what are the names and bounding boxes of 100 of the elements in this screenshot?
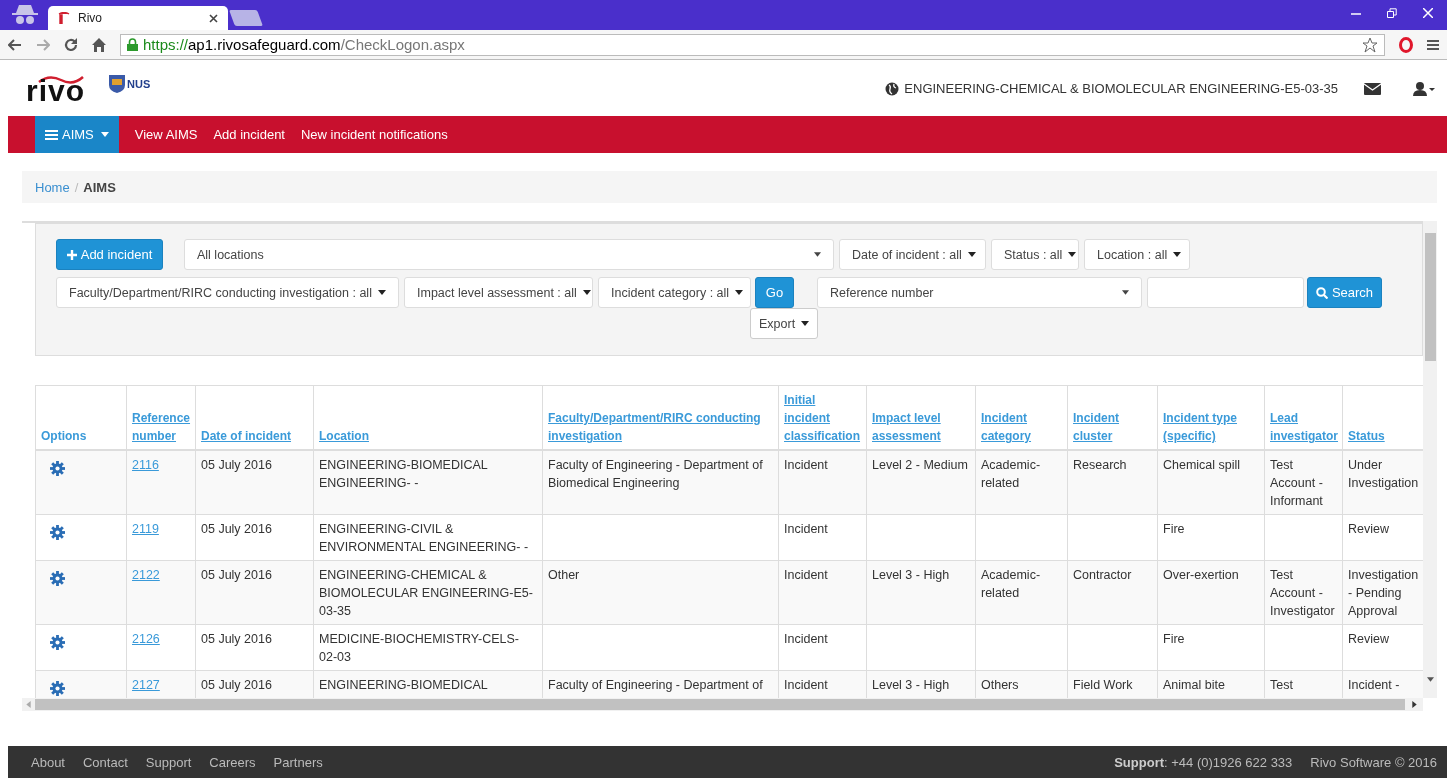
menu-icon[interactable] bbox=[1427, 38, 1439, 51]
gear-icon[interactable] bbox=[50, 571, 65, 586]
footer-link[interactable]: Support bbox=[145, 754, 192, 770]
scroll-down-icon[interactable] bbox=[1426, 677, 1434, 682]
reference-link[interactable]: 2127 bbox=[132, 678, 160, 692]
table-cell: Fire bbox=[1163, 632, 1185, 646]
table-cell: Academic-related bbox=[981, 458, 1041, 490]
table-cell: Faculty of Engineering - Department of bbox=[548, 678, 763, 692]
location-select[interactable]: All locations bbox=[184, 239, 834, 270]
gear-icon[interactable] bbox=[50, 635, 65, 650]
table-cell: Level 2 - Medium bbox=[872, 458, 968, 472]
horizontal-scrollbar[interactable] bbox=[22, 698, 1423, 711]
scrollbar-thumb[interactable] bbox=[1424, 233, 1436, 361]
back-icon[interactable] bbox=[8, 38, 22, 51]
new-tab-button[interactable] bbox=[229, 10, 263, 26]
reference-link[interactable]: 2122 bbox=[132, 568, 160, 582]
address-bar[interactable]: https://ap1.rivosafeguard.com/CheckLogon.aspx bbox=[120, 33, 1385, 56]
partner-logo: NUS bbox=[127, 77, 151, 90]
close-window-icon[interactable] bbox=[1423, 8, 1433, 18]
breadcrumb-link[interactable]: Home bbox=[35, 179, 70, 195]
reference-link[interactable]: 2119 bbox=[132, 522, 159, 536]
reload-icon[interactable] bbox=[64, 37, 78, 52]
gear-icon[interactable] bbox=[50, 461, 65, 476]
opera-icon[interactable] bbox=[1399, 36, 1413, 53]
plus-icon bbox=[66, 249, 77, 260]
nav-link[interactable]: New incident notifications bbox=[293, 116, 456, 153]
table-cell: ENGINEERING-CIVIL & ENVIRONMENTAL ENGINEERING- - bbox=[319, 522, 529, 554]
crest-icon bbox=[109, 74, 126, 93]
browser-tab[interactable]: Rivo bbox=[48, 6, 228, 30]
filter-dropdown[interactable]: Impact level assessment : all bbox=[404, 277, 593, 308]
rivo-logo: rivo bbox=[26, 72, 86, 108]
export-button[interactable]: Export bbox=[750, 308, 819, 339]
url-text: https://ap1.rivosafeguard.com/CheckLogon.aspx bbox=[143, 36, 465, 53]
table-cell: Others bbox=[981, 678, 1019, 692]
footer-link[interactable]: Partners bbox=[273, 754, 323, 770]
home-icon[interactable] bbox=[92, 37, 106, 52]
footer-link[interactable]: Careers bbox=[209, 754, 256, 770]
favicon-icon bbox=[58, 12, 70, 24]
table-cell: Test Account - Informant bbox=[1270, 458, 1323, 508]
table-cell: Chemical spill bbox=[1163, 458, 1241, 472]
reference-link[interactable]: 2126 bbox=[132, 632, 160, 646]
table-cell: Incident bbox=[784, 568, 828, 582]
caret-icon bbox=[814, 252, 821, 257]
filter-dropdown[interactable]: Location : all bbox=[1084, 239, 1190, 270]
table-cell: 05 July 2016 bbox=[201, 522, 272, 536]
gear-icon[interactable] bbox=[50, 681, 65, 696]
star-icon[interactable] bbox=[1362, 36, 1378, 53]
filter-dropdown[interactable]: Date of incident : all bbox=[839, 239, 986, 270]
filter-dropdown[interactable]: Status : all bbox=[991, 239, 1079, 270]
table-cell: Level 3 - High bbox=[872, 678, 950, 692]
breadcrumb-current: AIMS bbox=[83, 179, 116, 195]
scrollbar-thumb[interactable] bbox=[35, 699, 1405, 710]
table-cell: Over-exertion bbox=[1163, 568, 1239, 582]
mail-icon[interactable] bbox=[1364, 82, 1381, 95]
footer-link[interactable]: Contact bbox=[83, 754, 128, 770]
support-text: Support: +44 (0)1926 622 333 bbox=[1114, 754, 1293, 770]
caret-icon bbox=[1122, 290, 1129, 295]
table-cell: Incident bbox=[784, 632, 828, 646]
table-cell: Animal bite bbox=[1163, 678, 1225, 692]
table-cell: Test bbox=[1270, 678, 1293, 692]
gear-icon[interactable] bbox=[50, 525, 65, 540]
go-button[interactable]: Go bbox=[755, 277, 794, 308]
breadcrumb-separator: / bbox=[74, 179, 79, 195]
table-cell: Fire bbox=[1163, 522, 1185, 536]
search-button[interactable]: Search bbox=[1307, 277, 1382, 308]
table-cell: Research bbox=[1073, 458, 1127, 472]
scroll-left-icon bbox=[26, 701, 31, 708]
restore-icon[interactable] bbox=[1387, 8, 1397, 18]
table-cell: ENGINEERING-BIOMEDICAL ENGINEERING- - bbox=[319, 458, 488, 490]
table-cell: Field Work bbox=[1073, 678, 1133, 692]
caret-icon bbox=[967, 252, 976, 257]
table-cell: Review bbox=[1348, 522, 1389, 536]
filter-dropdown[interactable]: Incident category : all bbox=[598, 277, 751, 308]
table-cell: Academic-related bbox=[981, 568, 1041, 600]
vertical-scrollbar[interactable] bbox=[1423, 221, 1437, 698]
search-input[interactable] bbox=[1147, 277, 1304, 308]
add-incident-button[interactable]: Add incident bbox=[56, 239, 163, 270]
caret-icon bbox=[100, 132, 109, 137]
table-cell: Incident bbox=[784, 678, 828, 692]
table-cell: Under Investigation bbox=[1348, 458, 1419, 490]
caret-icon bbox=[1068, 252, 1077, 257]
user-icon[interactable] bbox=[1413, 81, 1435, 96]
reference-link[interactable]: 2116 bbox=[132, 458, 159, 472]
search-icon bbox=[1315, 286, 1328, 299]
nav-link[interactable]: View AIMS bbox=[126, 116, 206, 153]
scroll-right-icon[interactable] bbox=[1412, 701, 1417, 708]
caret-icon bbox=[378, 290, 386, 295]
filter-dropdown[interactable]: Faculty/Department/RIRC conducting investigation : all bbox=[56, 277, 399, 308]
close-icon[interactable] bbox=[209, 13, 218, 23]
search-field-select[interactable]: Reference number bbox=[817, 277, 1142, 308]
nav-link[interactable]: Add incident bbox=[205, 116, 293, 153]
incognito-icon bbox=[10, 4, 40, 26]
table-cell: Contractor bbox=[1073, 568, 1132, 582]
table-cell: 05 July 2016 bbox=[201, 458, 272, 472]
table-cell: MEDICINE-BIOCHEMISTRY-CELS-02-03 bbox=[319, 632, 520, 664]
table-cell: Level 3 - High bbox=[872, 568, 950, 582]
footer-link[interactable]: About bbox=[31, 754, 65, 770]
menu-button[interactable]: AIMS bbox=[35, 116, 119, 153]
table-cell: Investigation - Pending Approval bbox=[1348, 568, 1419, 618]
location-text: ENGINEERING-CHEMICAL & BIOMOLECULAR ENGINEERING-E5-03-35 bbox=[904, 81, 1338, 96]
